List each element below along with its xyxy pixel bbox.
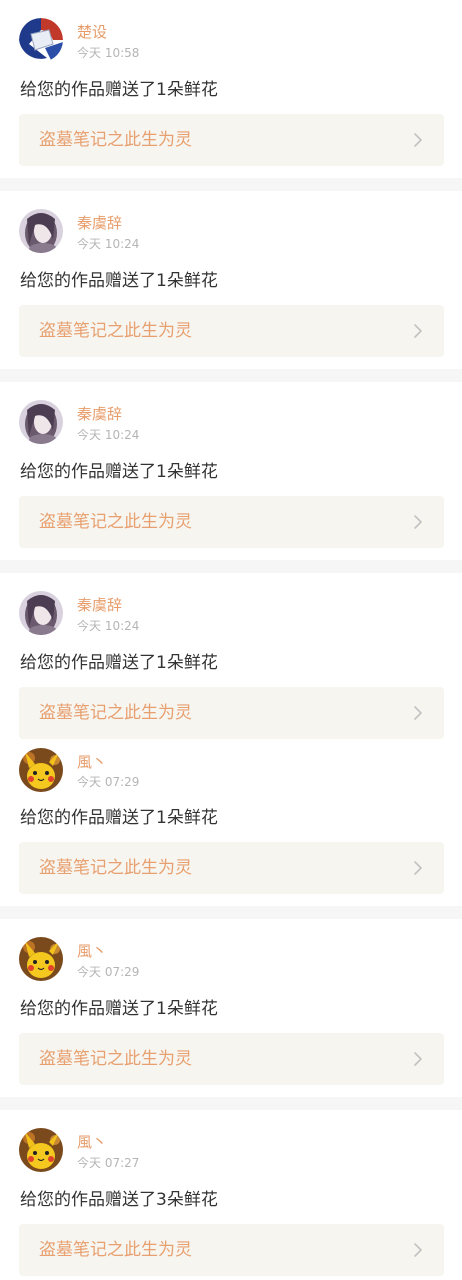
notification-item: 秦虞辞 今天 10:24 给您的作品赠送了1朵鲜花 盗墓笔记之此生为灵 (0, 382, 462, 560)
work-title: 盗墓笔记之此生为灵 (39, 512, 192, 532)
username[interactable]: 秦虞辞 (77, 404, 122, 424)
work-title: 盗墓笔记之此生为灵 (39, 858, 192, 878)
timestamp: 今天 10:24 (77, 619, 140, 633)
notification-item: 秦虞辞 今天 10:24 给您的作品赠送了1朵鲜花 盗墓笔记之此生为灵 (0, 191, 462, 369)
message-text: 给您的作品赠送了3朵鲜花 (20, 1190, 218, 1210)
timestamp: 今天 10:24 (77, 428, 140, 442)
username[interactable]: 風丶 (77, 752, 107, 772)
username[interactable]: 楚设 (77, 22, 107, 42)
avatar-portrait-icon[interactable] (19, 591, 63, 635)
work-link-button[interactable]: 盗墓笔记之此生为灵 (19, 496, 444, 548)
username[interactable]: 秦虞辞 (77, 595, 122, 615)
chevron-right-icon (410, 1051, 426, 1067)
username[interactable]: 秦虞辞 (77, 213, 122, 233)
avatar-pikachu-icon[interactable] (19, 1128, 63, 1172)
notification-item: 秦虞辞 今天 10:24 给您的作品赠送了1朵鲜花 盗墓笔记之此生为灵 (0, 573, 462, 743)
timestamp: 今天 07:27 (77, 1156, 140, 1170)
message-text: 给您的作品赠送了1朵鲜花 (20, 999, 218, 1019)
chevron-right-icon (410, 323, 426, 339)
avatar-blue-flag-icon[interactable] (19, 18, 63, 62)
message-text: 给您的作品赠送了1朵鲜花 (20, 271, 218, 291)
message-text: 给您的作品赠送了1朵鲜花 (20, 653, 218, 673)
chevron-right-icon (410, 1242, 426, 1258)
work-title: 盗墓笔记之此生为灵 (39, 703, 192, 723)
message-text: 给您的作品赠送了1朵鲜花 (20, 808, 218, 828)
work-link-button[interactable]: 盗墓笔记之此生为灵 (19, 305, 444, 357)
avatar-pikachu-icon[interactable] (19, 748, 63, 792)
chevron-right-icon (410, 860, 426, 876)
message-text: 给您的作品赠送了1朵鲜花 (20, 80, 218, 100)
avatar-portrait-icon[interactable] (19, 209, 63, 253)
timestamp: 今天 10:24 (77, 237, 140, 251)
work-title: 盗墓笔记之此生为灵 (39, 130, 192, 150)
work-link-button[interactable]: 盗墓笔记之此生为灵 (19, 842, 444, 894)
message-text: 给您的作品赠送了1朵鲜花 (20, 462, 218, 482)
chevron-right-icon (410, 514, 426, 530)
work-link-button[interactable]: 盗墓笔记之此生为灵 (19, 687, 444, 739)
work-title: 盗墓笔记之此生为灵 (39, 1240, 192, 1260)
chevron-right-icon (410, 705, 426, 721)
notification-item: 風丶 今天 07:27 给您的作品赠送了3朵鲜花 盗墓笔记之此生为灵 (0, 1110, 462, 1280)
work-link-button[interactable]: 盗墓笔记之此生为灵 (19, 1033, 444, 1085)
work-link-button[interactable]: 盗墓笔记之此生为灵 (19, 1224, 444, 1276)
chevron-right-icon (410, 132, 426, 148)
username[interactable]: 風丶 (77, 941, 107, 961)
avatar-portrait-icon[interactable] (19, 400, 63, 444)
timestamp: 今天 10:58 (77, 46, 140, 60)
work-title: 盗墓笔记之此生为灵 (39, 1049, 192, 1069)
avatar-pikachu-icon[interactable] (19, 937, 63, 981)
work-link-button[interactable]: 盗墓笔记之此生为灵 (19, 114, 444, 166)
username[interactable]: 風丶 (77, 1132, 107, 1152)
timestamp: 今天 07:29 (77, 775, 140, 789)
work-title: 盗墓笔记之此生为灵 (39, 321, 192, 341)
notification-item: 楚设 今天 10:58 给您的作品赠送了1朵鲜花 盗墓笔记之此生为灵 (0, 0, 462, 178)
notification-item: 風丶 今天 07:29 给您的作品赠送了1朵鲜花 盗墓笔记之此生为灵 (0, 743, 462, 906)
timestamp: 今天 07:29 (77, 965, 140, 979)
notification-item: 風丶 今天 07:29 给您的作品赠送了1朵鲜花 盗墓笔记之此生为灵 (0, 919, 462, 1097)
